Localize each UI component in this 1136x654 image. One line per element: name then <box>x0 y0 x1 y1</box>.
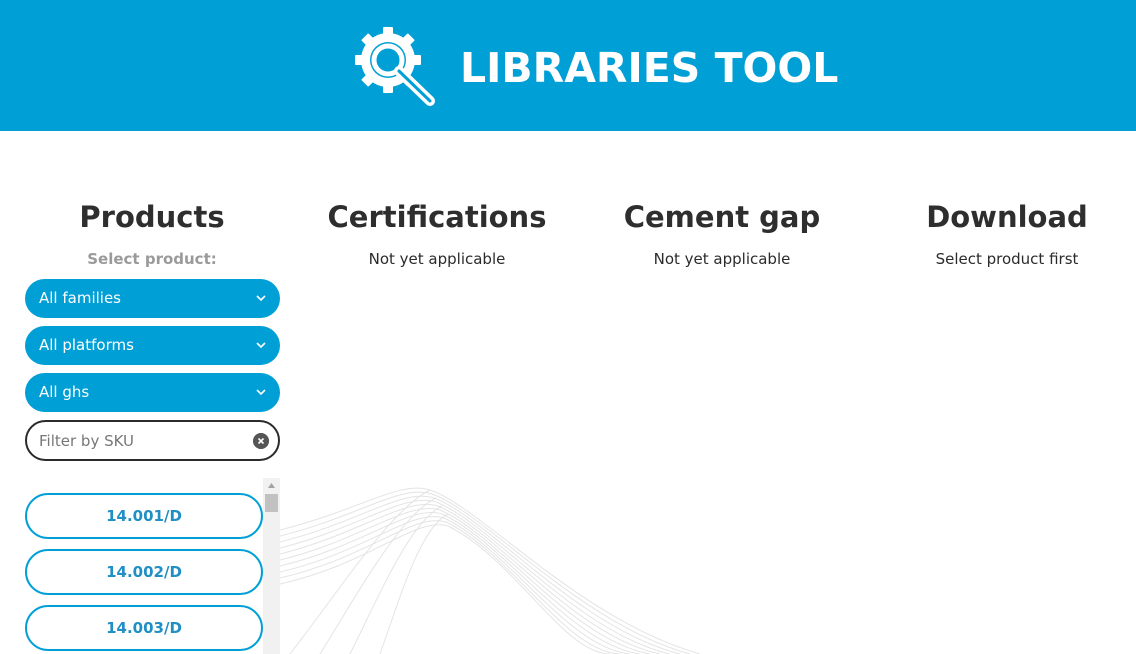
ghs-select-value: All ghs <box>39 383 90 401</box>
select-product-label: Select product: <box>87 250 217 268</box>
product-item[interactable]: 14.001/D <box>25 493 263 539</box>
product-list: 14.001/D 14.002/D 14.003/D <box>25 478 280 654</box>
product-item[interactable]: 14.003/D <box>25 605 263 651</box>
products-heading: Products <box>79 200 225 234</box>
product-item[interactable]: 14.002/D <box>25 549 263 595</box>
ghs-select[interactable]: All ghs <box>25 373 280 412</box>
product-list-scrollbar[interactable] <box>263 478 280 654</box>
chevron-down-icon <box>256 342 266 349</box>
families-select[interactable]: All families <box>25 279 280 318</box>
certifications-status: Not yet applicable <box>368 250 506 268</box>
background-waves-graphic <box>280 487 700 654</box>
platforms-select[interactable]: All platforms <box>25 326 280 365</box>
scroll-up-arrow-icon[interactable] <box>263 478 280 492</box>
gear-magnifier-icon <box>355 27 435 106</box>
clear-icon[interactable] <box>253 433 269 449</box>
app-header: LIBRARIES TOOL <box>0 0 1136 131</box>
download-heading: Download <box>926 200 1088 234</box>
certifications-heading: Certifications <box>327 200 547 234</box>
sku-filter-field <box>25 420 280 461</box>
families-select-value: All families <box>39 289 121 307</box>
chevron-down-icon <box>256 295 266 302</box>
scrollbar-thumb[interactable] <box>265 494 278 512</box>
cement-gap-status: Not yet applicable <box>653 250 791 268</box>
cement-gap-heading: Cement gap <box>623 200 821 234</box>
app-title: LIBRARIES TOOL <box>460 44 839 92</box>
platforms-select-value: All platforms <box>39 336 134 354</box>
chevron-down-icon <box>256 389 266 396</box>
download-status: Select product first <box>935 250 1079 268</box>
sku-filter-input[interactable] <box>39 422 249 459</box>
